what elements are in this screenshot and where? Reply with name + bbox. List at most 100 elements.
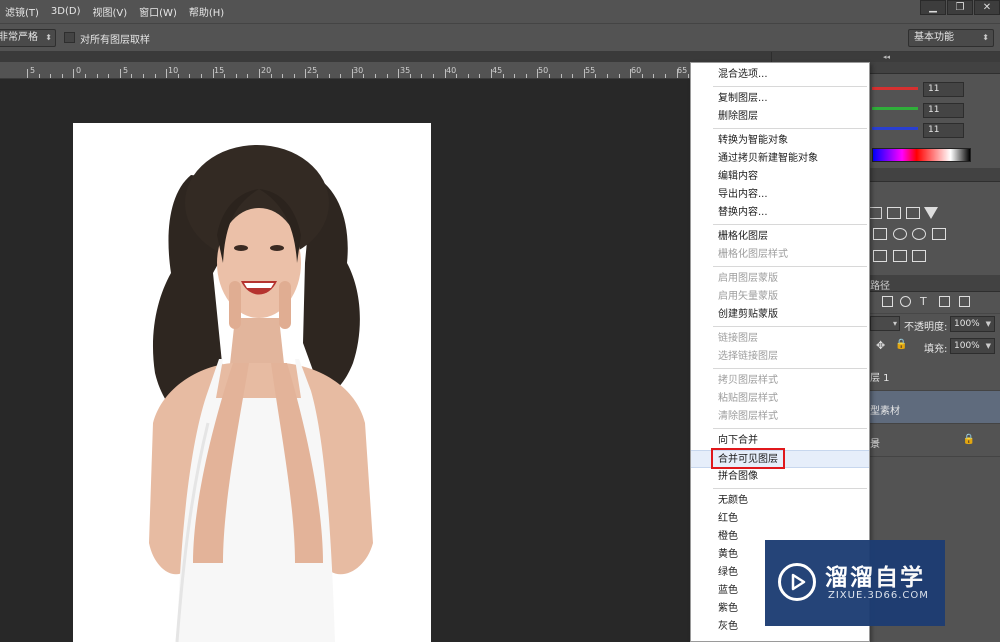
menu-filter[interactable]: 滤镜(T) [0,4,45,19]
ruler-label: 60 [631,66,642,75]
layer-kind-select[interactable]: ▾ [870,316,900,331]
ruler-tick [305,69,307,78]
ruler-tick [618,74,620,78]
channel-mixer-icon[interactable] [912,228,926,240]
black-white-icon[interactable] [893,228,907,240]
ruler-tick [154,74,156,78]
menu-item-delete-layer[interactable]: 删除图层 [691,108,869,126]
exposure-icon[interactable] [906,207,920,219]
ruler-tick [467,74,469,78]
ruler-tick [317,74,318,78]
menu-item-blending-options[interactable]: 混合选项... [691,66,869,84]
options-bar: 非常严格 ⬍ 对所有图层取样 基本功能 ⬍ [0,23,1000,52]
ruler-tick [560,74,562,78]
workspace-select[interactable]: 基本功能 ⬍ [908,29,994,47]
brightness-icon[interactable] [868,207,882,219]
ruler-tick [38,74,40,78]
menu-3d[interactable]: 3D(D) [45,6,87,17]
ruler-tick [85,74,86,78]
ruler-tick [166,69,168,78]
lock-all-icon[interactable]: 🔒 [895,339,907,350]
menu-item-rasterize-layer[interactable]: 栅格化图层 [691,228,869,246]
green-value-field[interactable]: 11 [923,103,964,118]
ruler-tick [119,69,121,78]
menu-item-replace-contents[interactable]: 替换内容... [691,204,869,222]
ruler-label: 35 [400,66,411,75]
photoshop-window: 滤镜(T) 3D(D) 视图(V) 窗口(W) 帮助(H) ▁ ❐ ✕ 非常严格… [0,0,1000,642]
pixel-filter-icon[interactable] [882,296,893,307]
menu-item-convert-smart-object[interactable]: 转换为智能对象 [691,132,869,150]
restore-button[interactable]: ❐ [947,0,973,15]
menu-item-edit-contents[interactable]: 编辑内容 [691,168,869,186]
opacity-label: 不透明度: [904,322,948,333]
ruler-tick [293,74,295,78]
ruler-tick [653,74,655,78]
shape-filter-icon[interactable] [939,296,950,307]
menu-item-new-smart-object-via-copy[interactable]: 通过拷贝新建智能对象 [691,150,869,168]
move-lock-icon[interactable]: ✥ [876,339,885,352]
ruler-tick [282,74,284,78]
ruler-tick [235,74,237,78]
ruler-tick [583,69,585,78]
ruler-label: 10 [168,66,179,75]
sample-all-layers-checkbox[interactable] [64,32,75,43]
red-slider[interactable] [872,87,918,90]
ruler-tick [525,74,527,78]
minimize-button[interactable]: ▁ [920,0,946,15]
opacity-field[interactable]: 100% ▼ [950,316,995,332]
gradient-triangle-icon[interactable] [924,207,938,219]
sample-all-layers-label: 对所有图层取样 [80,35,150,46]
document-canvas[interactable] [73,123,431,642]
ruler-tick [201,74,202,78]
blue-slider[interactable] [872,127,918,130]
ruler-tick [433,74,434,78]
menu-item-paste-layer-style: 粘贴图层样式 [718,393,778,404]
horizontal-ruler[interactable]: 5 0 5 10 15 20 25 30 35 40 45 50 55 60 6… [0,62,775,79]
menu-item-rasterize-layer-style: 栅格化图层样式 [718,249,788,260]
curves-icon[interactable] [887,207,901,219]
ruler-label: 30 [353,66,364,75]
type-filter-icon[interactable]: T [920,295,927,308]
menu-item-red[interactable]: 红色 [691,510,869,528]
menu-item-export-contents[interactable]: 导出内容... [691,186,869,204]
menu-item-duplicate-layer[interactable]: 复制图层... [691,90,869,108]
menu-separator [713,86,867,87]
updown-arrow-icon: ⬍ [982,33,989,42]
ruler-label: 5 [123,66,129,75]
color-lookup-icon[interactable] [932,228,946,240]
ruler-label: 25 [307,66,318,75]
ruler-tick [189,74,191,78]
posterize-icon[interactable] [893,250,907,262]
menu-item-flatten-image[interactable]: 拼合图像 [691,468,869,486]
menu-view[interactable]: 视图(V) [87,4,134,19]
red-value-field[interactable]: 11 [923,82,964,97]
close-button[interactable]: ✕ [974,0,1000,15]
tab-paths[interactable]: 路径 [870,277,890,292]
fill-value: 100% [954,341,980,351]
canvas-area[interactable] [0,79,775,642]
ruler-tick [514,74,516,78]
ruler-tick [409,74,411,78]
smart-object-filter-icon[interactable] [959,296,970,307]
fill-field[interactable]: 100% ▼ [950,338,995,354]
menu-item-no-color[interactable]: 无颜色 [691,492,869,510]
menu-item-link-layers: 链接图层 [718,333,758,344]
menu-help[interactable]: 帮助(H) [183,4,230,19]
color-spectrum-bar[interactable] [872,148,971,162]
color-balance-icon[interactable] [873,228,887,240]
menu-item-create-clipping-mask[interactable]: 创建剪贴蒙版 [691,306,869,324]
highlight-annotation-box [711,448,785,469]
watermark-subtitle: ZIXUE.3D66.COM [828,590,929,601]
adjustment-filter-icon[interactable] [900,296,911,307]
ruler-label: 0 [76,66,82,75]
double-chevron-left-icon[interactable]: ◂◂ [772,52,1000,62]
ruler-tick [572,74,574,78]
sample-mode-select[interactable]: 非常严格 ⬍ [0,29,56,47]
ruler-tick [491,69,492,78]
menu-window[interactable]: 窗口(W) [133,4,183,19]
blue-value-field[interactable]: 11 [923,123,964,138]
threshold-icon[interactable] [912,250,926,262]
green-slider[interactable] [872,107,918,110]
invert-icon[interactable] [873,250,887,262]
sample-mode-value: 非常严格 [0,32,38,43]
